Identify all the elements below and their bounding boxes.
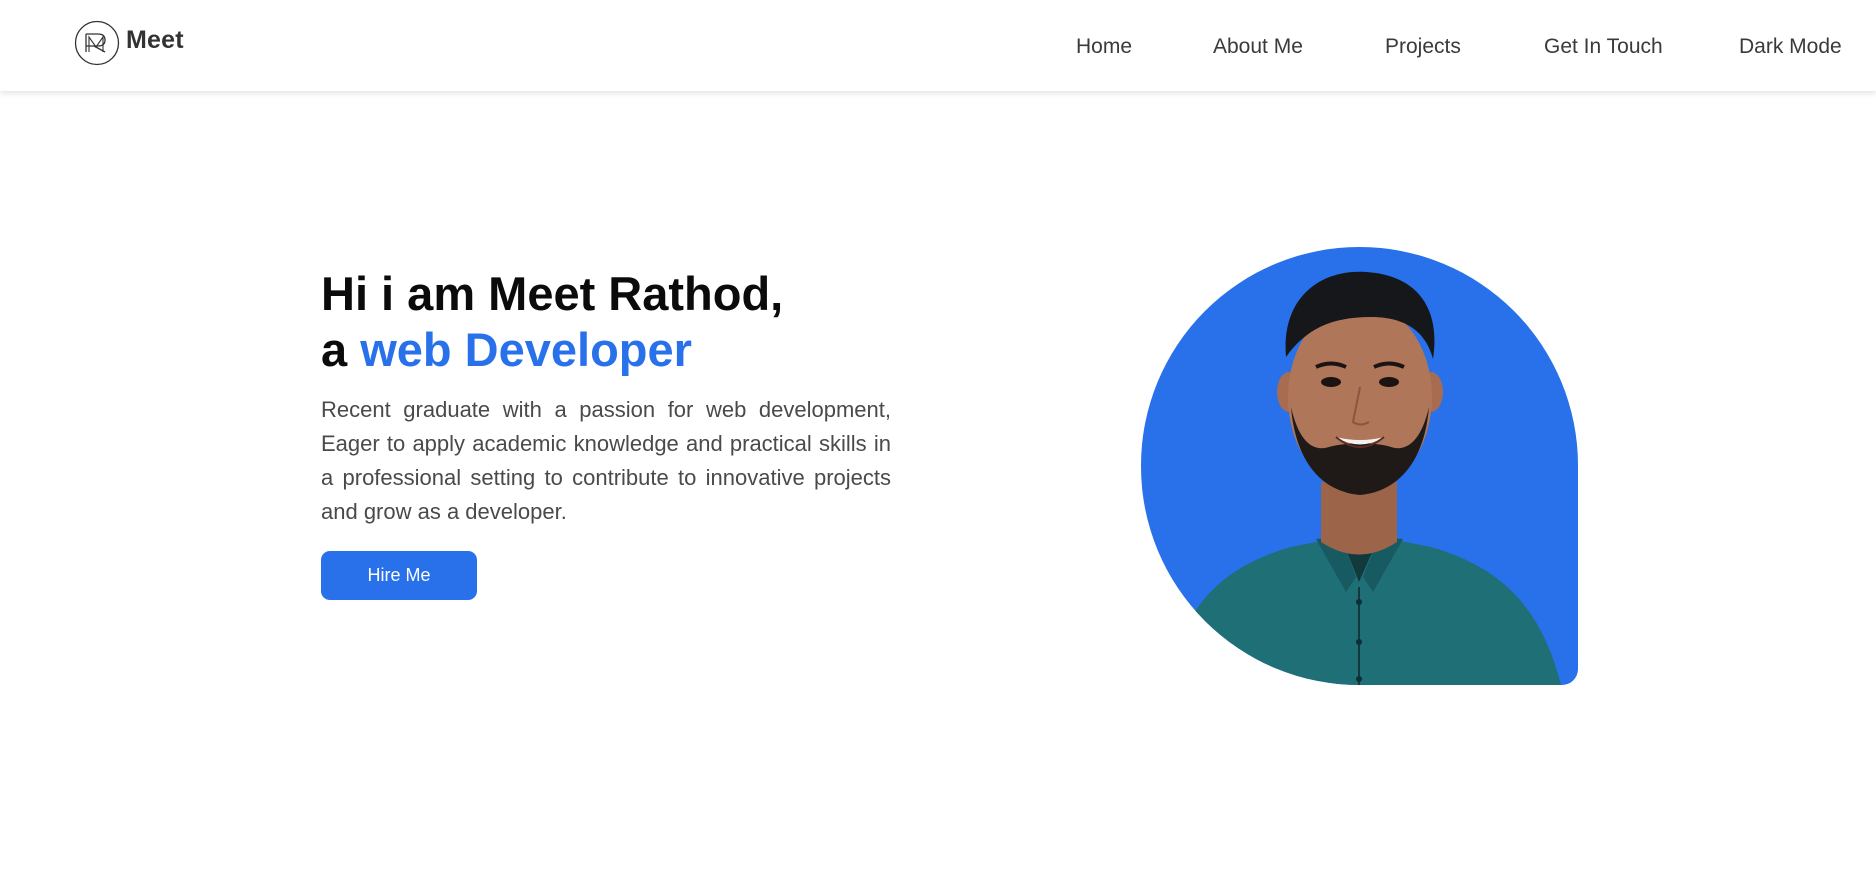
- navbar: Meet Home About Me Projects Get In Touch…: [0, 0, 1876, 91]
- brand[interactable]: Meet: [74, 20, 184, 66]
- nav-projects[interactable]: Projects: [1385, 35, 1461, 59]
- hire-me-button[interactable]: Hire Me: [321, 551, 477, 600]
- hero-title-line1: Hi i am Meet Rathod,: [321, 267, 784, 320]
- profile-photo: [1141, 247, 1578, 685]
- nav-home[interactable]: Home: [1076, 35, 1132, 59]
- hero-description: Recent graduate with a passion for web d…: [321, 397, 891, 524]
- brand-name: Meet: [126, 25, 184, 54]
- hero-title-highlight: web Developer: [360, 323, 692, 376]
- hero-title: Hi i am Meet Rathod, a web Developer: [321, 266, 881, 378]
- hero-title-prefix: a: [321, 323, 348, 376]
- person-portrait-icon: [1169, 271, 1561, 685]
- monogram-logo-icon: [74, 20, 120, 66]
- nav-about-me[interactable]: About Me: [1213, 35, 1303, 59]
- nav-get-in-touch[interactable]: Get In Touch: [1544, 35, 1663, 59]
- dark-mode-toggle[interactable]: Dark Mode: [1739, 35, 1842, 59]
